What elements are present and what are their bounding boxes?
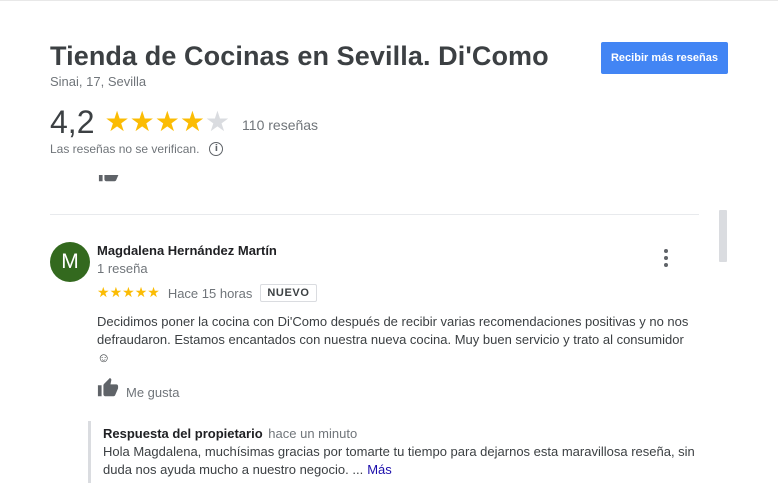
- star-filled-icon: ★: [134, 285, 148, 301]
- more-options-icon[interactable]: [656, 247, 676, 269]
- star-empty-icon: ★: [204, 105, 231, 138]
- rating-stars: ★ ★ ★ ★ ★: [104, 107, 230, 137]
- star-filled-icon: ★: [109, 285, 123, 301]
- owner-reply: Respuesta del propietario hace un minuto…: [88, 421, 698, 483]
- disclaimer-text: Las reseñas no se verifican.: [50, 142, 200, 156]
- like-button[interactable]: Me gusta: [97, 377, 179, 404]
- reviews-dialog: Tienda de Cocinas en Sevilla. Di'Como Si…: [0, 0, 778, 486]
- owner-reply-time: hace un minuto: [268, 426, 358, 441]
- owner-reply-more-link[interactable]: Más: [367, 462, 392, 477]
- star-filled-icon: ★: [179, 105, 205, 138]
- rating-value: 4,2: [50, 104, 95, 140]
- owner-reply-header: Respuesta del propietario hace un minuto: [103, 426, 698, 441]
- thumbs-up-icon[interactable]: [98, 175, 120, 184]
- business-address: Sinai, 17, Sevilla: [50, 74, 147, 89]
- star-filled-icon: ★: [104, 105, 130, 138]
- avatar[interactable]: M: [50, 242, 90, 282]
- star-filled-icon: ★: [147, 285, 160, 301]
- reviewer-review-count: 1 reseña: [97, 261, 148, 276]
- review-text: Decidimos poner la cocina con Di'Como de…: [97, 314, 689, 365]
- like-label: Me gusta: [126, 385, 180, 400]
- owner-reply-text: Hola Magdalena, muchísimas gracias por t…: [103, 444, 695, 477]
- get-more-reviews-button[interactable]: Recibir más reseñas: [601, 42, 728, 74]
- review-rating-row: ★ ★ ★ ★ ★ Hace 15 horas NUEVO: [97, 284, 317, 302]
- review-count[interactable]: 110 reseñas: [242, 117, 318, 133]
- rating-summary: 4,2 ★ ★ ★ ★ ★ 110 reseñas: [50, 104, 318, 140]
- new-badge: NUEVO: [260, 284, 317, 302]
- review-stars: ★ ★ ★ ★ ★: [97, 285, 160, 301]
- reviews-disclaimer: Las reseñas no se verifican. i: [50, 142, 224, 156]
- owner-reply-title: Respuesta del propietario: [103, 426, 263, 441]
- star-filled-icon: ★: [154, 105, 180, 138]
- review-time: Hace 15 horas: [167, 285, 253, 301]
- info-icon[interactable]: i: [209, 142, 224, 156]
- star-filled-icon: ★: [122, 285, 135, 301]
- star-filled-icon: ★: [97, 285, 110, 301]
- thumbs-up-icon: [97, 377, 119, 404]
- business-title: Tienda de Cocinas en Sevilla. Di'Como: [50, 41, 549, 71]
- reviewer-name[interactable]: Magdalena Hernández Martín: [97, 243, 277, 258]
- owner-reply-body: Hola Magdalena, muchísimas gracias por t…: [103, 443, 703, 479]
- review-divider: [50, 214, 699, 215]
- scrollbar-thumb[interactable]: [719, 210, 727, 262]
- star-filled-icon: ★: [129, 105, 155, 138]
